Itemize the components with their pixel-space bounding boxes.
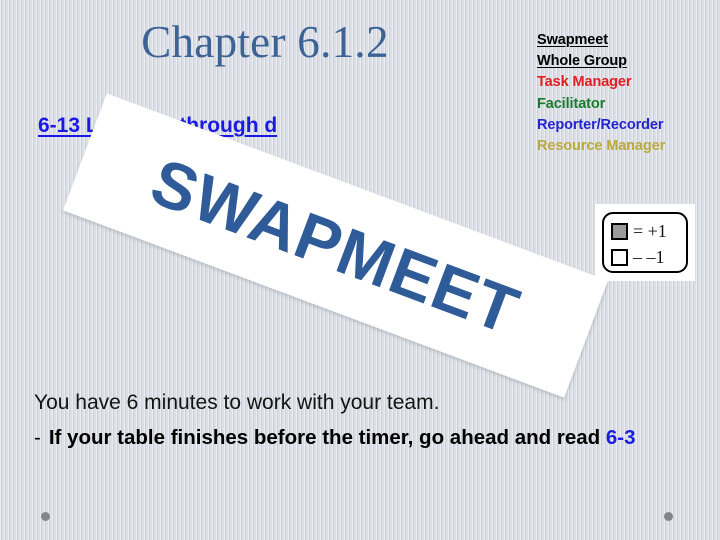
slide-canvas: Chapter 6.1.2 6-13 Letters a through d S… bbox=[0, 0, 720, 540]
swapmeet-banner-shape: SWAPMEET bbox=[63, 93, 608, 398]
legend-label-positive: = +1 bbox=[633, 221, 667, 241]
legend-row-negative: – –1 bbox=[611, 244, 686, 270]
role-item-task-manager: Task Manager bbox=[537, 74, 632, 91]
decorative-dot-left bbox=[41, 512, 50, 521]
body-text-block: You have 6 minutes to work with your tea… bbox=[34, 388, 704, 452]
filled-square-icon bbox=[611, 222, 628, 240]
bullet-main-text: If your table finishes before the timer,… bbox=[48, 426, 606, 449]
empty-square-icon bbox=[611, 248, 628, 266]
decorative-dot-right bbox=[664, 512, 673, 521]
bullet-reference-link[interactable]: 6-3 bbox=[606, 426, 636, 449]
bullet-dash-marker: - bbox=[34, 426, 41, 449]
instruction-line: You have 6 minutes to work with your tea… bbox=[34, 391, 440, 414]
legend-box: = +1 – –1 bbox=[602, 212, 688, 273]
legend-plate: = +1 – –1 bbox=[595, 204, 695, 281]
role-item-resource-manager: Resource Manager bbox=[537, 138, 666, 155]
role-item-whole-group: Whole Group bbox=[537, 53, 627, 70]
instruction-bullet: - If your table finishes before the time… bbox=[34, 424, 704, 452]
legend-row-positive: = +1 bbox=[611, 218, 686, 244]
swapmeet-banner: SWAPMEET bbox=[63, 93, 608, 398]
page-title: Chapter 6.1.2 bbox=[141, 17, 389, 67]
role-item-swapmeet: Swapmeet bbox=[537, 32, 608, 48]
role-item-facilitator: Facilitator bbox=[537, 95, 606, 112]
role-item-reporter-recorder: Reporter/Recorder bbox=[537, 116, 664, 133]
bullet-body-text: If your table finishes before the timer,… bbox=[49, 424, 704, 452]
team-roles-list: Swapmeet Whole Group Task Manager Facili… bbox=[537, 30, 717, 157]
swapmeet-banner-label: SWAPMEET bbox=[141, 143, 530, 348]
legend-label-negative: – –1 bbox=[633, 247, 665, 267]
